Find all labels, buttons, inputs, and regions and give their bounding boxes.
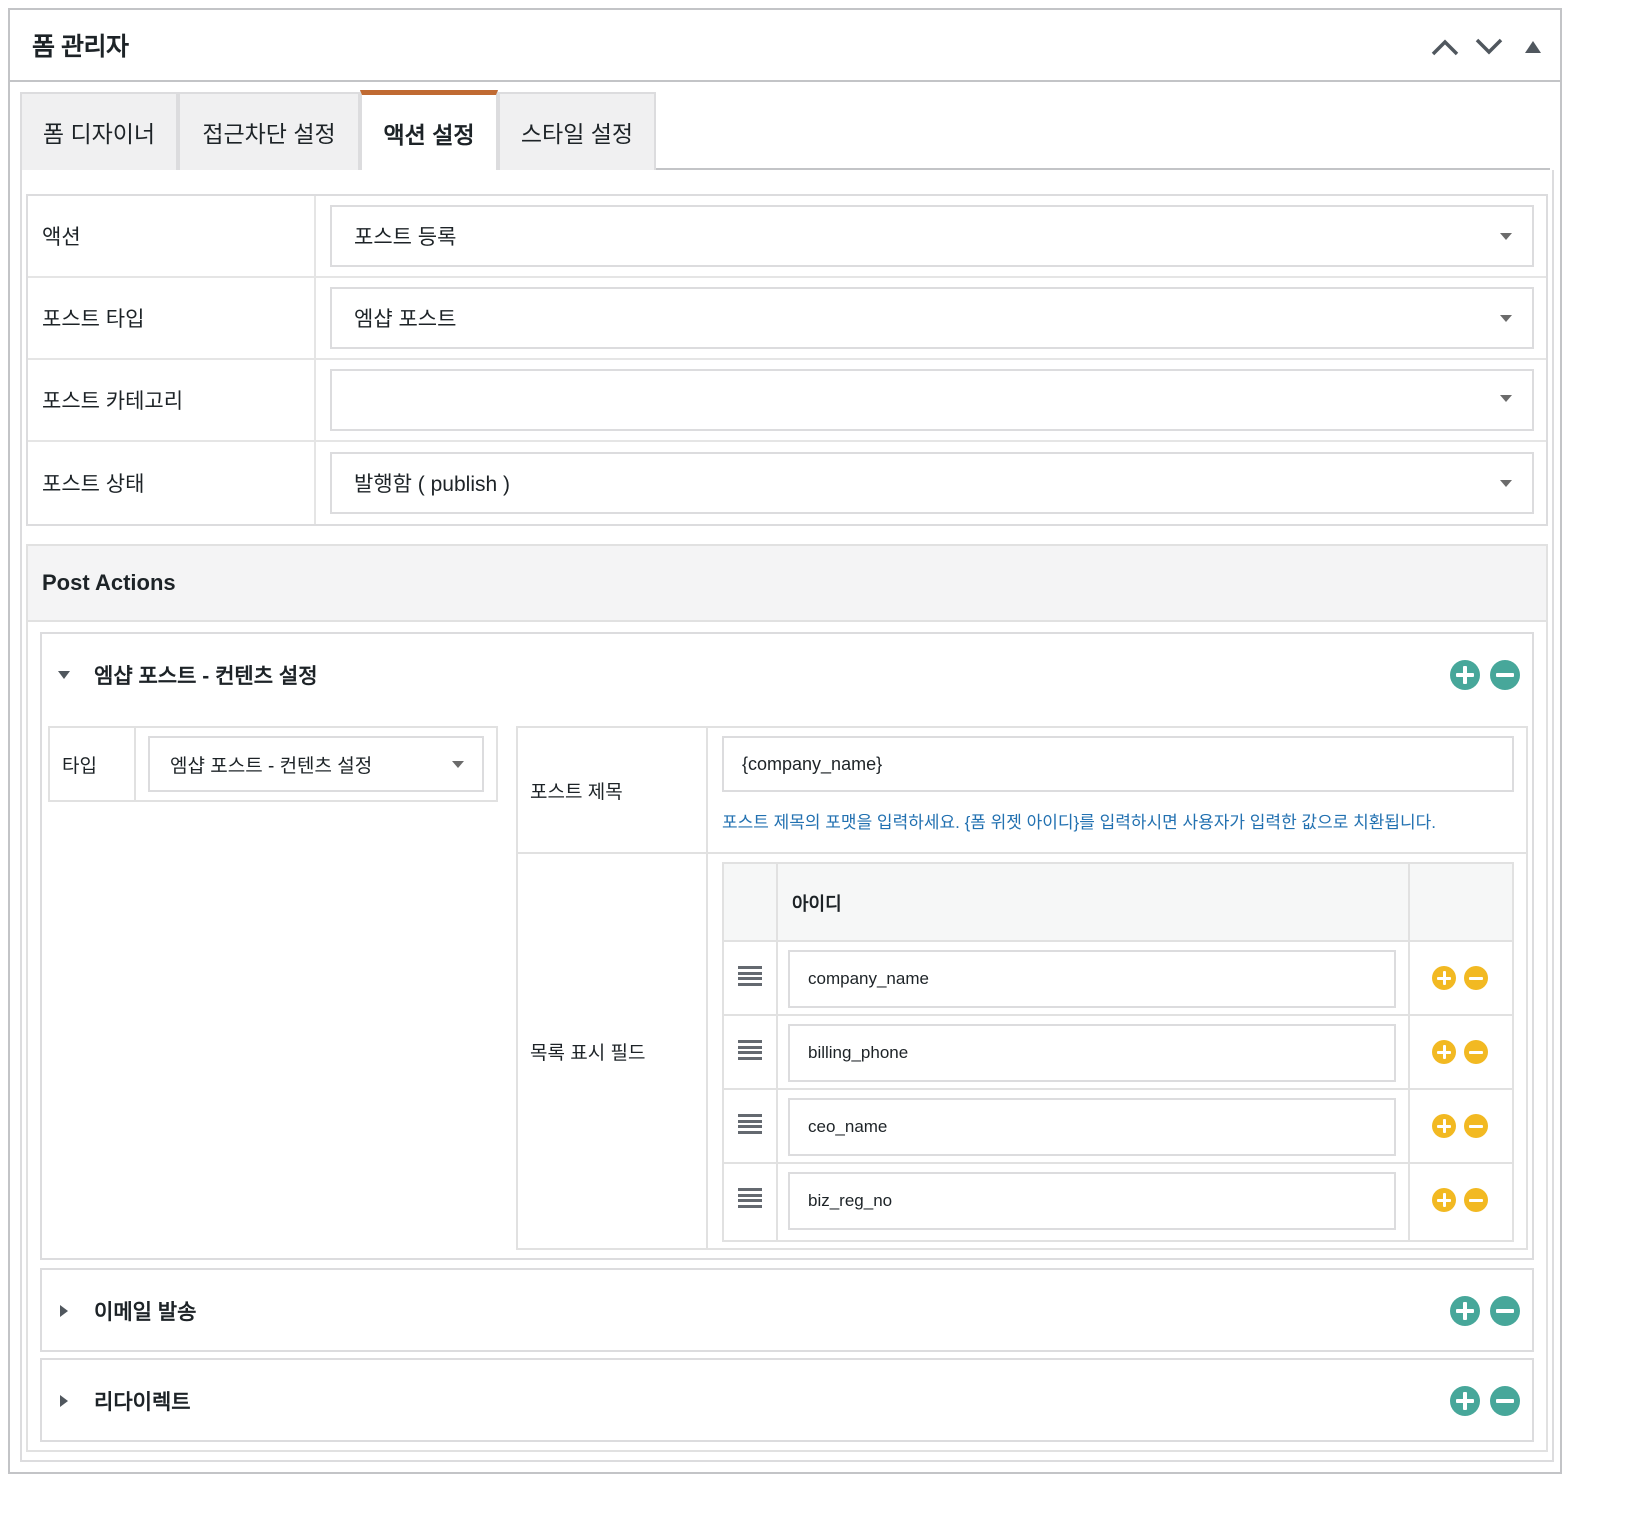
triangle-up-icon[interactable]: [1516, 30, 1550, 64]
post-category-select[interactable]: [330, 369, 1534, 431]
field-id-input[interactable]: ceo_name: [788, 1098, 1396, 1156]
list-fields-label: 목록 표시 필드: [518, 854, 708, 1248]
plus-circle-icon[interactable]: [1450, 1386, 1480, 1416]
type-select-value: 엠샵 포스트 - 컨텐츠 설정: [170, 755, 373, 777]
caret-right-icon[interactable]: [44, 1291, 84, 1331]
tab-action-settings[interactable]: 액션 설정: [360, 90, 498, 170]
action-label: 액션: [28, 196, 316, 276]
table-row: company_name: [724, 942, 1512, 1016]
drag-handle-icon[interactable]: [738, 1040, 762, 1060]
plus-circle-icon[interactable]: [1450, 660, 1480, 690]
form-manager-panel: 폼 관리자 폼 디자이너 접근차단 설정 액션 설정 스타일 설정 액션 포스트…: [8, 8, 1562, 1474]
accordion-redirect: 리다이렉트: [40, 1358, 1534, 1442]
post-actions-box: Post Actions 엠샵 포스트 - 컨텐츠 설정 타입 엠샵 포스트 -…: [26, 544, 1548, 1452]
panel-header-controls: [1428, 30, 1550, 64]
accordion-title: 리다이렉트: [94, 1391, 191, 1414]
accordion-header[interactable]: 엠샵 포스트 - 컨텐츠 설정: [42, 634, 1532, 716]
settings-row-post-status: 포스트 상태 발행함 ( publish ): [28, 442, 1546, 524]
dropdown-caret-icon: [1500, 395, 1512, 402]
action-settings-table: 액션 포스트 등록 포스트 타입 엠샵 포스트 포스트 카테고리 포스트 상태 …: [26, 194, 1548, 526]
table-row: ceo_name: [724, 1090, 1512, 1164]
settings-row-post-category: 포스트 카테고리: [28, 360, 1546, 442]
plus-circle-icon[interactable]: [1432, 1188, 1456, 1212]
plus-circle-icon[interactable]: [1450, 1296, 1480, 1326]
panel-header: 폼 관리자: [10, 10, 1560, 82]
tab-form-designer[interactable]: 폼 디자이너: [20, 92, 178, 170]
minus-circle-icon[interactable]: [1490, 1296, 1520, 1326]
chevron-down-icon[interactable]: [1472, 30, 1506, 64]
dropdown-caret-icon: [1500, 480, 1512, 487]
table-row: billing_phone: [724, 1016, 1512, 1090]
minus-circle-icon[interactable]: [1490, 1386, 1520, 1416]
minus-circle-icon[interactable]: [1490, 660, 1520, 690]
drag-handle-icon[interactable]: [738, 966, 762, 986]
post-category-label: 포스트 카테고리: [28, 360, 316, 440]
accordion-email: 이메일 발송: [40, 1268, 1534, 1352]
drag-handle-icon[interactable]: [738, 1114, 762, 1134]
plus-circle-icon[interactable]: [1432, 966, 1456, 990]
accordion-title: 이메일 발송: [94, 1301, 197, 1324]
chevron-up-icon[interactable]: [1428, 30, 1462, 64]
dropdown-caret-icon: [452, 761, 464, 768]
post-type-label: 포스트 타입: [28, 278, 316, 358]
panel-title: 폼 관리자: [32, 33, 129, 61]
tab-access-block[interactable]: 접근차단 설정: [178, 92, 360, 170]
tab-content: 액션 포스트 등록 포스트 타입 엠샵 포스트 포스트 카테고리 포스트 상태 …: [20, 170, 1554, 1462]
post-title-label: 포스트 제목: [518, 728, 708, 852]
post-title-row: 포스트 제목 {company_name} 포스트 제목의 포맷을 입력하세요.…: [518, 728, 1526, 854]
type-setting: 타입 엠샵 포스트 - 컨텐츠 설정: [48, 726, 498, 802]
minus-circle-icon[interactable]: [1464, 1188, 1488, 1212]
post-status-select-value: 발행함 ( publish ): [354, 473, 510, 496]
minus-circle-icon[interactable]: [1464, 1114, 1488, 1138]
post-type-select-value: 엠샵 포스트: [354, 308, 457, 331]
type-label: 타입: [50, 728, 136, 800]
post-content-settings: 포스트 제목 {company_name} 포스트 제목의 포맷을 입력하세요.…: [516, 726, 1528, 1250]
table-row: biz_reg_no: [724, 1164, 1512, 1238]
action-select[interactable]: 포스트 등록: [330, 205, 1534, 267]
list-fields-table-header: 아이디: [724, 864, 1512, 942]
post-actions-title: Post Actions: [28, 546, 1546, 622]
id-column-header: 아이디: [792, 894, 842, 914]
plus-circle-icon[interactable]: [1432, 1040, 1456, 1064]
drag-handle-icon[interactable]: [738, 1188, 762, 1208]
accordion-title: 엠샵 포스트 - 컨텐츠 설정: [94, 665, 318, 688]
field-id-input[interactable]: biz_reg_no: [788, 1172, 1396, 1230]
settings-row-post-type: 포스트 타입 엠샵 포스트: [28, 278, 1546, 360]
dropdown-caret-icon: [1500, 315, 1512, 322]
field-id-input[interactable]: billing_phone: [788, 1024, 1396, 1082]
caret-down-icon[interactable]: [44, 655, 84, 695]
list-fields-table: 아이디 company_name billing_phone ceo_name …: [722, 862, 1514, 1242]
accordion-header[interactable]: 이메일 발송: [42, 1270, 1532, 1352]
post-status-select[interactable]: 발행함 ( publish ): [330, 452, 1534, 514]
caret-right-icon[interactable]: [44, 1381, 84, 1421]
accordion-content-settings: 엠샵 포스트 - 컨텐츠 설정 타입 엠샵 포스트 - 컨텐츠 설정 포스트 제…: [40, 632, 1534, 1260]
plus-circle-icon[interactable]: [1432, 1114, 1456, 1138]
field-id-input[interactable]: company_name: [788, 950, 1396, 1008]
tab-style-settings[interactable]: 스타일 설정: [498, 92, 656, 170]
accordion-header[interactable]: 리다이렉트: [42, 1360, 1532, 1442]
type-select[interactable]: 엠샵 포스트 - 컨텐츠 설정: [148, 736, 484, 792]
post-type-select[interactable]: 엠샵 포스트: [330, 287, 1534, 349]
dropdown-caret-icon: [1500, 233, 1512, 240]
action-select-value: 포스트 등록: [354, 226, 457, 249]
post-title-input[interactable]: {company_name}: [722, 736, 1514, 792]
minus-circle-icon[interactable]: [1464, 966, 1488, 990]
post-title-hint: 포스트 제목의 포맷을 입력하세요. {폼 위젯 아이디}를 입력하시면 사용자…: [722, 813, 1436, 832]
settings-row-action: 액션 포스트 등록: [28, 196, 1546, 278]
minus-circle-icon[interactable]: [1464, 1040, 1488, 1064]
post-status-label: 포스트 상태: [28, 442, 316, 524]
tab-bar: 폼 디자이너 접근차단 설정 액션 설정 스타일 설정: [20, 90, 1550, 170]
